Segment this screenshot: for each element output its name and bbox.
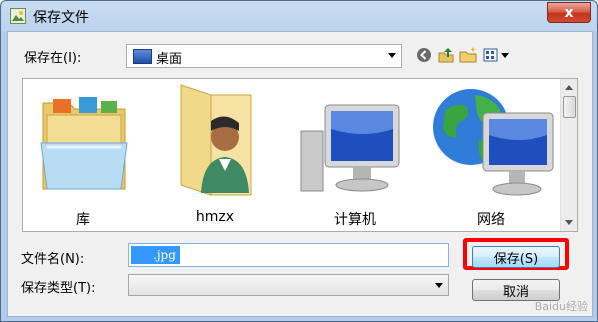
image-app-icon bbox=[10, 8, 26, 24]
list-item-computer[interactable]: 计算机 bbox=[295, 79, 415, 231]
filename-input[interactable]: .jpg bbox=[128, 243, 449, 267]
watermark: Baidu经验 bbox=[534, 300, 588, 313]
save-in-label: 保存在(I): bbox=[24, 51, 82, 66]
computer-icon bbox=[300, 104, 400, 192]
item-label: hmzx bbox=[195, 209, 235, 225]
libraries-icon bbox=[40, 97, 128, 190]
back-icon[interactable] bbox=[414, 45, 434, 65]
user-folder-icon bbox=[180, 84, 252, 196]
filetype-dropdown[interactable] bbox=[128, 274, 449, 296]
close-icon: x bbox=[564, 4, 574, 21]
view-menu-icon[interactable] bbox=[482, 45, 512, 65]
item-label: 计算机 bbox=[334, 212, 376, 228]
list-item-network[interactable]: 网络 bbox=[431, 79, 554, 231]
file-list-pane[interactable]: 库 hmzx 计算机 网络 bbox=[22, 78, 578, 232]
filename-label: 文件名(N): bbox=[21, 252, 85, 267]
network-icon bbox=[433, 89, 554, 196]
scroll-thumb[interactable] bbox=[563, 96, 576, 118]
item-label: 库 bbox=[76, 212, 90, 228]
scroll-up-icon[interactable] bbox=[565, 85, 573, 90]
chevron-down-icon[interactable] bbox=[435, 283, 443, 288]
save-in-dropdown[interactable]: 桌面 bbox=[126, 44, 402, 68]
chevron-down-icon[interactable] bbox=[388, 53, 396, 58]
close-button[interactable]: x bbox=[547, 2, 591, 23]
vertical-scrollbar[interactable] bbox=[560, 79, 577, 231]
filetype-label: 保存类型(T): bbox=[21, 281, 96, 296]
save-file-dialog: 保存文件 x 保存在(I): 桌面 库 hmzx 计算机 网络 文件名(N): … bbox=[0, 0, 598, 322]
desktop-icon bbox=[133, 49, 152, 64]
filename-value: .jpg bbox=[131, 246, 180, 264]
new-folder-icon[interactable] bbox=[458, 45, 478, 65]
dialog-client: 保存在(I): 桌面 库 hmzx 计算机 网络 文件名(N): .jpg 保存… bbox=[7, 31, 593, 317]
up-folder-icon[interactable] bbox=[436, 45, 456, 65]
save-button[interactable]: 保存(S) bbox=[472, 246, 560, 268]
item-label: 网络 bbox=[477, 212, 505, 228]
list-item-libraries[interactable]: 库 bbox=[23, 79, 143, 231]
title-bar[interactable]: 保存文件 x bbox=[1, 1, 597, 31]
list-item-user-folder[interactable]: hmzx bbox=[155, 79, 275, 231]
window-title: 保存文件 bbox=[33, 10, 89, 26]
scroll-down-icon[interactable] bbox=[565, 220, 573, 225]
save-in-value: 桌面 bbox=[156, 52, 183, 67]
